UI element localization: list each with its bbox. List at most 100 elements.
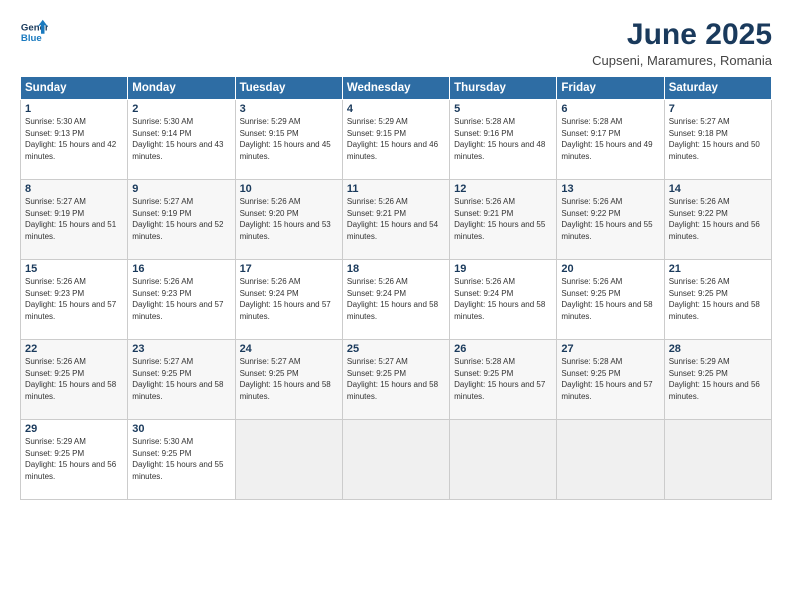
col-wednesday: Wednesday [342, 77, 449, 100]
table-row: 14 Sunrise: 5:26 AM Sunset: 9:22 PM Dayl… [664, 180, 771, 260]
table-row: 11 Sunrise: 5:26 AM Sunset: 9:21 PM Dayl… [342, 180, 449, 260]
table-row: 7 Sunrise: 5:27 AM Sunset: 9:18 PM Dayli… [664, 100, 771, 180]
day-number: 30 [132, 423, 230, 435]
table-row: 27 Sunrise: 5:28 AM Sunset: 9:25 PM Dayl… [557, 340, 664, 420]
day-info: Sunrise: 5:27 AM Sunset: 9:18 PM Dayligh… [669, 116, 767, 162]
day-number: 26 [454, 343, 552, 355]
day-info: Sunrise: 5:27 AM Sunset: 9:25 PM Dayligh… [347, 356, 445, 402]
day-number: 16 [132, 263, 230, 275]
table-row [342, 420, 449, 500]
calendar-week-row: 8 Sunrise: 5:27 AM Sunset: 9:19 PM Dayli… [21, 180, 772, 260]
header: General Blue June 2025 Cupseni, Maramure… [20, 18, 772, 68]
table-row: 28 Sunrise: 5:29 AM Sunset: 9:25 PM Dayl… [664, 340, 771, 420]
day-info: Sunrise: 5:26 AM Sunset: 9:23 PM Dayligh… [132, 276, 230, 322]
table-row: 22 Sunrise: 5:26 AM Sunset: 9:25 PM Dayl… [21, 340, 128, 420]
day-number: 18 [347, 263, 445, 275]
day-info: Sunrise: 5:26 AM Sunset: 9:24 PM Dayligh… [240, 276, 338, 322]
day-info: Sunrise: 5:30 AM Sunset: 9:25 PM Dayligh… [132, 436, 230, 482]
day-info: Sunrise: 5:26 AM Sunset: 9:25 PM Dayligh… [561, 276, 659, 322]
day-info: Sunrise: 5:29 AM Sunset: 9:15 PM Dayligh… [240, 116, 338, 162]
table-row: 18 Sunrise: 5:26 AM Sunset: 9:24 PM Dayl… [342, 260, 449, 340]
day-number: 22 [25, 343, 123, 355]
table-row: 6 Sunrise: 5:28 AM Sunset: 9:17 PM Dayli… [557, 100, 664, 180]
table-row: 17 Sunrise: 5:26 AM Sunset: 9:24 PM Dayl… [235, 260, 342, 340]
table-row: 1 Sunrise: 5:30 AM Sunset: 9:13 PM Dayli… [21, 100, 128, 180]
calendar-week-row: 29 Sunrise: 5:29 AM Sunset: 9:25 PM Dayl… [21, 420, 772, 500]
col-monday: Monday [128, 77, 235, 100]
calendar-subtitle: Cupseni, Maramures, Romania [592, 53, 772, 68]
day-number: 25 [347, 343, 445, 355]
table-row: 12 Sunrise: 5:26 AM Sunset: 9:21 PM Dayl… [450, 180, 557, 260]
day-number: 21 [669, 263, 767, 275]
day-number: 29 [25, 423, 123, 435]
day-info: Sunrise: 5:27 AM Sunset: 9:25 PM Dayligh… [240, 356, 338, 402]
day-info: Sunrise: 5:27 AM Sunset: 9:19 PM Dayligh… [132, 196, 230, 242]
table-row: 2 Sunrise: 5:30 AM Sunset: 9:14 PM Dayli… [128, 100, 235, 180]
day-info: Sunrise: 5:27 AM Sunset: 9:19 PM Dayligh… [25, 196, 123, 242]
day-number: 5 [454, 103, 552, 115]
calendar-week-row: 1 Sunrise: 5:30 AM Sunset: 9:13 PM Dayli… [21, 100, 772, 180]
day-number: 2 [132, 103, 230, 115]
day-number: 23 [132, 343, 230, 355]
table-row: 23 Sunrise: 5:27 AM Sunset: 9:25 PM Dayl… [128, 340, 235, 420]
day-number: 12 [454, 183, 552, 195]
day-info: Sunrise: 5:29 AM Sunset: 9:25 PM Dayligh… [25, 436, 123, 482]
day-info: Sunrise: 5:30 AM Sunset: 9:14 PM Dayligh… [132, 116, 230, 162]
day-number: 27 [561, 343, 659, 355]
day-number: 4 [347, 103, 445, 115]
table-row: 19 Sunrise: 5:26 AM Sunset: 9:24 PM Dayl… [450, 260, 557, 340]
day-info: Sunrise: 5:26 AM Sunset: 9:25 PM Dayligh… [25, 356, 123, 402]
table-row: 5 Sunrise: 5:28 AM Sunset: 9:16 PM Dayli… [450, 100, 557, 180]
day-info: Sunrise: 5:29 AM Sunset: 9:25 PM Dayligh… [669, 356, 767, 402]
day-info: Sunrise: 5:29 AM Sunset: 9:15 PM Dayligh… [347, 116, 445, 162]
day-info: Sunrise: 5:28 AM Sunset: 9:17 PM Dayligh… [561, 116, 659, 162]
logo: General Blue [20, 18, 48, 46]
day-number: 20 [561, 263, 659, 275]
header-row: Sunday Monday Tuesday Wednesday Thursday… [21, 77, 772, 100]
table-row: 16 Sunrise: 5:26 AM Sunset: 9:23 PM Dayl… [128, 260, 235, 340]
table-row: 30 Sunrise: 5:30 AM Sunset: 9:25 PM Dayl… [128, 420, 235, 500]
table-row [557, 420, 664, 500]
day-number: 14 [669, 183, 767, 195]
calendar-week-row: 15 Sunrise: 5:26 AM Sunset: 9:23 PM Dayl… [21, 260, 772, 340]
day-info: Sunrise: 5:26 AM Sunset: 9:20 PM Dayligh… [240, 196, 338, 242]
table-row: 21 Sunrise: 5:26 AM Sunset: 9:25 PM Dayl… [664, 260, 771, 340]
day-number: 10 [240, 183, 338, 195]
table-row [235, 420, 342, 500]
day-info: Sunrise: 5:27 AM Sunset: 9:25 PM Dayligh… [132, 356, 230, 402]
table-row: 29 Sunrise: 5:29 AM Sunset: 9:25 PM Dayl… [21, 420, 128, 500]
table-row: 13 Sunrise: 5:26 AM Sunset: 9:22 PM Dayl… [557, 180, 664, 260]
table-row: 26 Sunrise: 5:28 AM Sunset: 9:25 PM Dayl… [450, 340, 557, 420]
page: General Blue June 2025 Cupseni, Maramure… [0, 0, 792, 612]
table-row: 24 Sunrise: 5:27 AM Sunset: 9:25 PM Dayl… [235, 340, 342, 420]
day-number: 28 [669, 343, 767, 355]
day-info: Sunrise: 5:28 AM Sunset: 9:25 PM Dayligh… [561, 356, 659, 402]
col-sunday: Sunday [21, 77, 128, 100]
day-number: 1 [25, 103, 123, 115]
logo-icon: General Blue [20, 18, 48, 46]
day-number: 24 [240, 343, 338, 355]
day-number: 8 [25, 183, 123, 195]
calendar-week-row: 22 Sunrise: 5:26 AM Sunset: 9:25 PM Dayl… [21, 340, 772, 420]
svg-text:Blue: Blue [21, 33, 42, 44]
day-number: 19 [454, 263, 552, 275]
table-row: 15 Sunrise: 5:26 AM Sunset: 9:23 PM Dayl… [21, 260, 128, 340]
day-number: 11 [347, 183, 445, 195]
day-info: Sunrise: 5:28 AM Sunset: 9:16 PM Dayligh… [454, 116, 552, 162]
day-info: Sunrise: 5:26 AM Sunset: 9:22 PM Dayligh… [669, 196, 767, 242]
table-row: 10 Sunrise: 5:26 AM Sunset: 9:20 PM Dayl… [235, 180, 342, 260]
day-info: Sunrise: 5:26 AM Sunset: 9:21 PM Dayligh… [347, 196, 445, 242]
day-info: Sunrise: 5:26 AM Sunset: 9:21 PM Dayligh… [454, 196, 552, 242]
table-row: 3 Sunrise: 5:29 AM Sunset: 9:15 PM Dayli… [235, 100, 342, 180]
day-number: 7 [669, 103, 767, 115]
day-info: Sunrise: 5:26 AM Sunset: 9:22 PM Dayligh… [561, 196, 659, 242]
day-info: Sunrise: 5:26 AM Sunset: 9:25 PM Dayligh… [669, 276, 767, 322]
day-number: 6 [561, 103, 659, 115]
table-row: 20 Sunrise: 5:26 AM Sunset: 9:25 PM Dayl… [557, 260, 664, 340]
day-number: 3 [240, 103, 338, 115]
day-number: 13 [561, 183, 659, 195]
day-info: Sunrise: 5:26 AM Sunset: 9:24 PM Dayligh… [347, 276, 445, 322]
day-number: 9 [132, 183, 230, 195]
day-info: Sunrise: 5:30 AM Sunset: 9:13 PM Dayligh… [25, 116, 123, 162]
table-row: 4 Sunrise: 5:29 AM Sunset: 9:15 PM Dayli… [342, 100, 449, 180]
